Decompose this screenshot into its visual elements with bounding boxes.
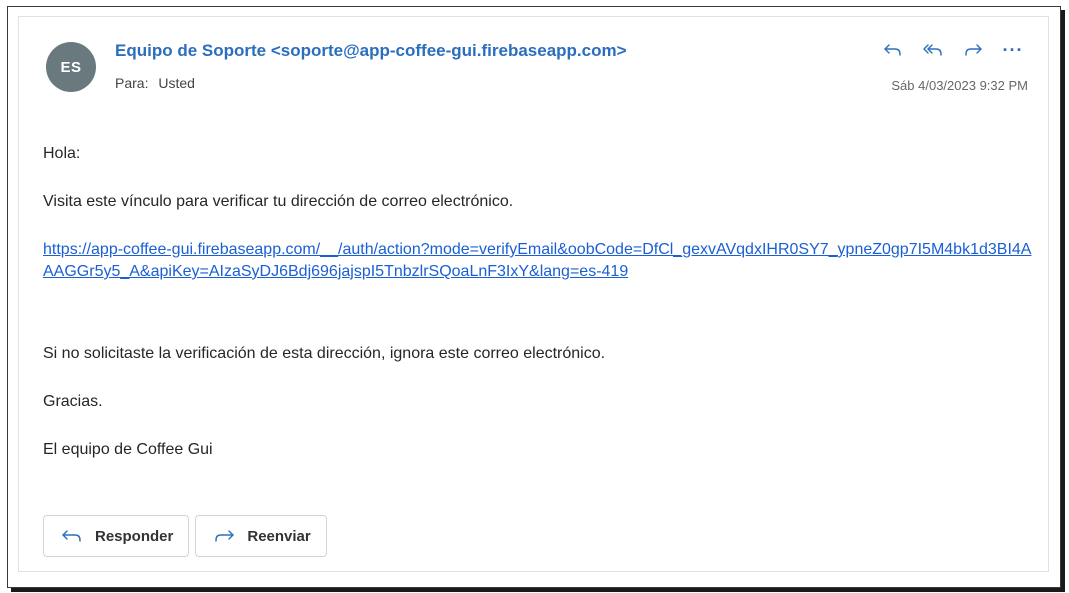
reply-all-icon xyxy=(923,44,942,56)
forward-button-label: Reenviar xyxy=(247,527,311,545)
reply-button[interactable] xyxy=(878,37,908,63)
greeting-text: Hola: xyxy=(43,145,81,162)
to-label: Para: xyxy=(115,75,149,91)
message-actions: ··· xyxy=(878,37,1028,63)
signature-text: El equipo de Coffee Gui xyxy=(43,441,213,458)
body-paragraph-verify: Visita este vínculo para verificar tu di… xyxy=(43,193,514,210)
thanks-text: Gracias. xyxy=(43,393,103,410)
verification-link[interactable]: https://app-coffee-gui.firebaseapp.com/_… xyxy=(43,239,1038,283)
reply-icon xyxy=(62,530,81,542)
respond-button-label: Responder xyxy=(95,527,174,545)
reply-all-button[interactable] xyxy=(918,37,948,63)
screenshot-frame: ES Equipo de Soporte <soporte@app-coffee… xyxy=(7,6,1061,588)
forward-icon xyxy=(965,44,982,56)
forward-button[interactable] xyxy=(958,37,988,63)
avatar-initials: ES xyxy=(60,58,82,76)
respond-button[interactable]: Responder xyxy=(43,515,190,557)
message-date: Sáb 4/03/2023 9:32 PM xyxy=(891,78,1028,93)
body-paragraph-ignore: Si no solicitaste la verificación de est… xyxy=(43,345,606,362)
more-icon: ··· xyxy=(1002,40,1024,60)
avatar: ES xyxy=(46,42,96,92)
reply-icon xyxy=(884,44,901,56)
forward-message-button[interactable]: Reenviar xyxy=(195,515,327,557)
forward-icon xyxy=(215,530,235,542)
recipient-name[interactable]: Usted xyxy=(158,75,195,91)
more-options-button[interactable]: ··· xyxy=(998,37,1028,63)
email-reading-pane: ES Equipo de Soporte <soporte@app-coffee… xyxy=(18,16,1049,572)
reply-forward-bar: Responder Reenviar xyxy=(43,515,327,557)
sender-name[interactable]: Equipo de Soporte <soporte@app-coffee-gu… xyxy=(115,41,627,61)
recipient-line: Para: Usted xyxy=(115,75,195,91)
